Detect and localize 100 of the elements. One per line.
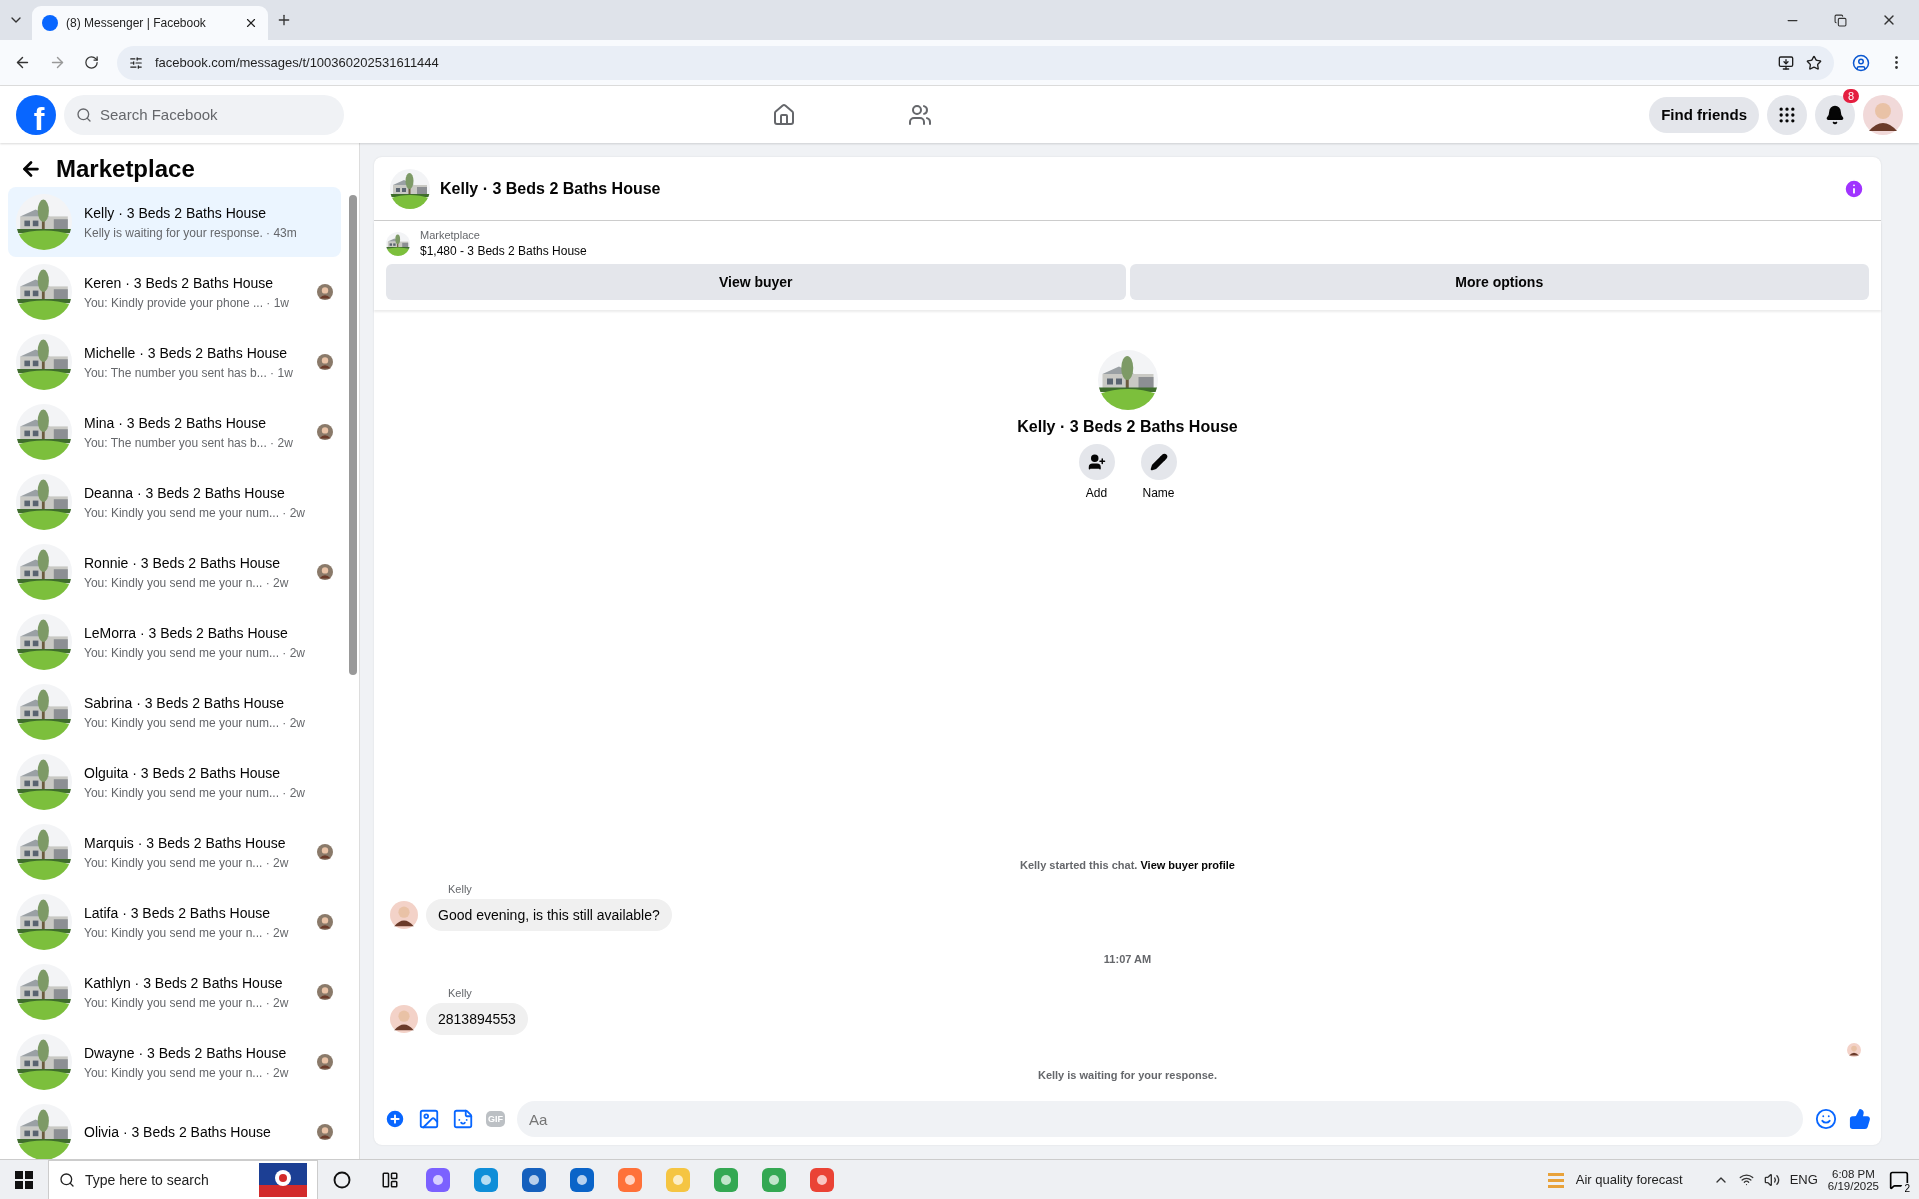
add-friend-button[interactable] bbox=[1078, 444, 1115, 480]
address-bar[interactable]: facebook.com/messages/t/100360202531611444 bbox=[117, 45, 1834, 80]
close-icon[interactable] bbox=[244, 16, 258, 30]
star-icon[interactable] bbox=[1806, 54, 1822, 71]
browser-tab[interactable]: (8) Messenger | Facebook bbox=[32, 6, 268, 40]
notifications-button[interactable] bbox=[1815, 94, 1855, 135]
add-icon[interactable] bbox=[384, 1108, 406, 1130]
conversation-item[interactable]: LeMorra · 3 Beds 2 Baths House You: Kindly you send me your num... · 2w bbox=[8, 607, 341, 677]
avatar bbox=[1847, 1043, 1861, 1057]
cortana-icon[interactable] bbox=[333, 1170, 351, 1189]
avatar bbox=[317, 914, 333, 930]
clock[interactable]: 6:08 PM 6/19/2025 bbox=[1827, 1167, 1879, 1192]
app-icon[interactable] bbox=[714, 1167, 738, 1192]
facebook-logo[interactable]: f bbox=[16, 94, 56, 135]
notification-center[interactable]: 2 bbox=[1889, 1169, 1909, 1190]
volume-icon[interactable] bbox=[1763, 1171, 1780, 1188]
avatar bbox=[317, 424, 333, 440]
task-view-icon[interactable] bbox=[381, 1170, 399, 1189]
conversation-title: Ronnie · 3 Beds 2 Baths House bbox=[84, 553, 281, 572]
app-icon[interactable] bbox=[810, 1167, 834, 1192]
conversation-title: Kathlyn · 3 Beds 2 Baths House bbox=[84, 973, 283, 992]
emoji-icon[interactable] bbox=[1815, 1108, 1837, 1130]
avatar bbox=[317, 564, 333, 580]
conversation-item[interactable]: Dwayne · 3 Beds 2 Baths House You: Kindly you send me your n... · 2w bbox=[8, 1027, 341, 1097]
conversation-preview: You: Kindly you send me your n... · 2w bbox=[84, 574, 289, 591]
action-button[interactable]: More options bbox=[1129, 264, 1869, 300]
status-note: Kelly is waiting for your response. bbox=[1037, 1069, 1218, 1081]
language-indicator[interactable]: ENG bbox=[1789, 1172, 1818, 1187]
conversation-item[interactable]: Marquis · 3 Beds 2 Baths House You: Kindly you send me your n... · 2w bbox=[8, 817, 341, 887]
conversation-title: Deanna · 3 Beds 2 Baths House bbox=[84, 483, 285, 502]
conversation-title: Kelly · 3 Beds 2 Baths House bbox=[84, 203, 267, 222]
avatar bbox=[317, 354, 333, 370]
sticker-icon[interactable] bbox=[452, 1108, 474, 1130]
forward-icon[interactable] bbox=[49, 54, 66, 71]
conversation-preview: You: Kindly you send me your num... · 2w bbox=[84, 714, 305, 731]
conversation-item[interactable]: Sabrina · 3 Beds 2 Baths House You: Kindly you send me your num... · 2w bbox=[8, 677, 341, 747]
avatar bbox=[390, 1005, 418, 1033]
avatar bbox=[317, 844, 333, 860]
conversation-title: Sabrina · 3 Beds 2 Baths House bbox=[84, 693, 284, 712]
app-icon[interactable] bbox=[426, 1167, 450, 1192]
bell-icon bbox=[1825, 104, 1845, 125]
conversation-preview: You: The number you sent has b... · 1w bbox=[84, 364, 293, 381]
back-arrow-icon[interactable] bbox=[20, 158, 42, 180]
conversation-item[interactable]: Michelle · 3 Beds 2 Baths House You: The number you sent has b... · 1w bbox=[8, 327, 341, 397]
back-icon[interactable] bbox=[14, 54, 31, 71]
like-icon[interactable] bbox=[1849, 1108, 1871, 1130]
chat-start-note: Kelly started this chat. bbox=[1020, 859, 1139, 871]
network-icon[interactable] bbox=[1738, 1172, 1754, 1187]
windows-icon[interactable] bbox=[15, 1170, 33, 1189]
info-icon[interactable] bbox=[1843, 177, 1865, 200]
listing-summary: $1,480 - 3 Beds 2 Baths House bbox=[420, 244, 587, 258]
conversation-title: LeMorra · 3 Beds 2 Baths House bbox=[84, 623, 288, 642]
conversation-item[interactable]: Keren · 3 Beds 2 Baths House You: Kindly provide your phone ... · 1w bbox=[8, 257, 341, 327]
conversation-item[interactable]: Mina · 3 Beds 2 Baths House You: The number you sent has b... · 2w bbox=[8, 397, 341, 467]
search-placeholder: Type here to search bbox=[85, 1171, 210, 1188]
buyer-profile-link[interactable]: View buyer profile bbox=[1140, 859, 1235, 871]
profile-icon[interactable] bbox=[1852, 53, 1870, 72]
url-text: facebook.com/messages/t/100360202531611444 bbox=[155, 55, 440, 70]
menu-button[interactable] bbox=[1767, 94, 1807, 135]
conversation-preview: You: Kindly you send me your num... · 2w bbox=[84, 784, 305, 801]
site-info-icon[interactable] bbox=[129, 55, 143, 70]
conversation-item[interactable]: Olguita · 3 Beds 2 Baths House You: Kindly you send me your num... · 2w bbox=[8, 747, 341, 817]
reload-icon[interactable] bbox=[84, 55, 99, 70]
facebook-icon bbox=[42, 15, 58, 31]
sender-name: Kelly bbox=[448, 987, 473, 999]
conversation-item[interactable]: Ronnie · 3 Beds 2 Baths House You: Kindly you send me your n... · 2w bbox=[8, 537, 341, 607]
taskbar-search[interactable]: Type here to search bbox=[48, 1159, 318, 1199]
action-label: Name bbox=[1142, 486, 1175, 500]
app-icon[interactable] bbox=[570, 1167, 594, 1192]
conversation-title: Marquis · 3 Beds 2 Baths House bbox=[84, 833, 286, 852]
photo-icon[interactable] bbox=[418, 1108, 440, 1130]
restore-icon[interactable] bbox=[1834, 12, 1847, 28]
conversation-item[interactable]: Deanna · 3 Beds 2 Baths House You: Kindly you send me your num... · 2w bbox=[8, 467, 341, 537]
conversation-item[interactable]: Kathlyn · 3 Beds 2 Baths House You: Kindly you send me your n... · 2w bbox=[8, 957, 341, 1027]
find-friends-button[interactable]: Find friends bbox=[1649, 96, 1759, 133]
friends-icon[interactable] bbox=[907, 102, 932, 127]
profile-name: Kelly · 3 Beds 2 Baths House bbox=[1017, 418, 1238, 436]
search-field[interactable]: Search Facebook bbox=[64, 94, 344, 135]
search-icon bbox=[59, 1171, 75, 1188]
weather-text[interactable]: Air quality forecast bbox=[1575, 1172, 1683, 1187]
edit-name-button[interactable] bbox=[1140, 444, 1177, 480]
message-bubble: Good evening, is this still available? bbox=[426, 899, 672, 931]
conversation-item[interactable]: Latifa · 3 Beds 2 Baths House You: Kindly you send me your n... · 2w bbox=[8, 887, 341, 957]
add-person-icon bbox=[1087, 453, 1106, 471]
app-icon[interactable] bbox=[522, 1167, 546, 1192]
conversation-title: Olivia · 3 Beds 2 Baths House bbox=[84, 1123, 271, 1141]
new-tab-icon[interactable] bbox=[276, 12, 292, 28]
conversation-preview: You: The number you sent has b... · 2w bbox=[84, 434, 293, 451]
conversation-item[interactable]: Kelly · 3 Beds 2 Baths House Kelly is waiting for your response. · 43m bbox=[8, 187, 341, 257]
conversation-title: Latifa · 3 Beds 2 Baths House bbox=[84, 903, 270, 922]
home-icon[interactable] bbox=[771, 102, 796, 127]
conversation-preview: You: Kindly you send me your n... · 2w bbox=[84, 854, 289, 871]
conversation-preview: You: Kindly you send me your n... · 2w bbox=[84, 994, 289, 1011]
install-icon[interactable] bbox=[1778, 54, 1794, 71]
app-icon[interactable] bbox=[474, 1167, 498, 1192]
message-bubble: 2813894553 bbox=[426, 1003, 528, 1035]
message-field[interactable]: Aa bbox=[517, 1101, 1803, 1137]
action-button[interactable]: View buyer bbox=[386, 264, 1126, 300]
app-icon[interactable] bbox=[762, 1167, 786, 1192]
avatar bbox=[390, 901, 418, 929]
